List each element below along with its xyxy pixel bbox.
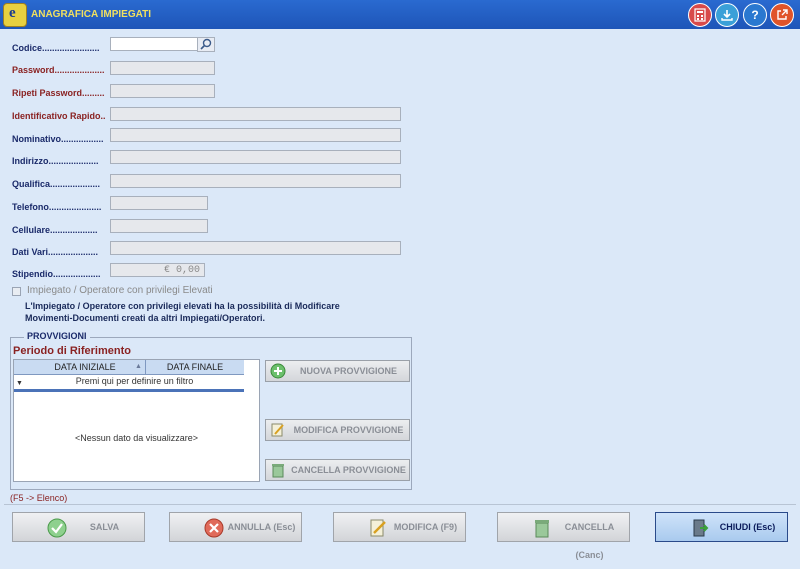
annulla-label: ANNULLA (Esc) [227,522,296,532]
codice-label: Codice....................... [12,43,100,53]
cellulare-input[interactable] [110,219,208,233]
privilegi-checkbox[interactable] [12,287,21,296]
f5-hint: (F5 -> Elenco) [10,493,68,503]
password-label: Password.................... [12,65,105,75]
search-icon [200,38,212,50]
provvigioni-grid[interactable]: DATA INIZIALE ▲ DATA FINALE ▼ Premi qui … [13,359,260,482]
codice-input[interactable] [110,37,198,51]
modifica-button[interactable]: MODIFICA (F9) [333,512,466,542]
dati-vari-label: Dati Vari.................... [12,247,99,257]
stipendio-value: € 0,00 [163,265,200,276]
stipendio-label: Stipendio................... [12,269,101,279]
title-bar: e ANAGRAFICA IMPIEGATI ? [0,0,800,29]
provvigioni-title: PROVVIGIONI [24,331,90,341]
col-data-finale[interactable]: DATA FINALE [145,360,244,374]
empty-grid-text: <Nessun dato da visualizzare> [74,433,199,443]
cellulare-label: Cellulare................... [12,225,98,235]
nominativo-input[interactable] [110,128,401,142]
edit-icon [271,423,284,437]
nuova-provvigione-label: NUOVA PROVVIGIONE [299,366,397,376]
footer-divider [4,504,796,505]
edit-document-icon [370,519,386,537]
calculator-icon[interactable] [688,3,712,27]
indirizzo-input[interactable] [110,150,401,164]
identificativo-label: Identificativo Rapido.. [12,111,106,121]
check-icon [47,518,67,538]
telefono-label: Telefono..................... [12,202,102,212]
filter-row[interactable]: ▼ Premi qui per definire un filtro [14,375,244,392]
sort-asc-icon: ▲ [135,363,142,370]
cancella-provvigione-label: CANCELLA PROVVIGIONE [291,465,406,475]
salva-button[interactable]: SALVA [12,512,145,542]
telefono-input[interactable] [110,196,208,210]
trash-icon [535,520,549,538]
ripeti-password-label: Ripeti Password......... [12,88,105,98]
cancel-icon [204,518,224,538]
annulla-button[interactable]: ANNULLA (Esc) [169,512,302,542]
cancella-label: CANCELLA (Canc) [564,522,615,560]
privilegi-note-line2: Movimenti-Documenti creati da altri Impi… [25,313,266,323]
exit-door-icon [693,519,709,537]
app-logo-icon: e [3,3,27,27]
window-title: ANAGRAFICA IMPIEGATI [31,9,151,20]
qualifica-label: Qualifica.................... [12,179,101,189]
help-icon[interactable]: ? [743,3,767,27]
modifica-provvigione-button[interactable]: MODIFICA PROVVIGIONE [265,419,410,441]
col-data-iniziale[interactable]: DATA INIZIALE [25,360,145,374]
dati-vari-input[interactable] [110,241,401,255]
cancella-button[interactable]: CANCELLA (Canc) [497,512,630,560]
privilegi-note-line1: L'Impiegato / Operatore con privilegi el… [25,301,340,311]
privilegi-checkbox-label: Impiegato / Operatore con privilegi Elev… [27,285,213,296]
indirizzo-label: Indirizzo.................... [12,156,99,166]
periodo-title: Periodo di Riferimento [13,345,131,357]
modifica-label: MODIFICA (F9) [393,522,458,532]
export-icon[interactable] [770,3,794,27]
nuova-provvigione-button[interactable]: NUOVA PROVVIGIONE [265,360,410,382]
privilegi-note: L'Impiegato / Operatore con privilegi el… [25,300,340,324]
download-icon[interactable] [715,3,739,27]
filter-placeholder: Premi qui per definire un filtro [75,376,194,386]
filter-icon: ▼ [16,380,23,387]
stipendio-input[interactable]: € 0,00 [110,263,205,277]
qualifica-input[interactable] [110,174,401,188]
trash-icon [272,464,284,478]
password-input[interactable] [110,61,215,75]
search-button[interactable] [197,37,215,52]
modifica-provvigione-label: MODIFICA PROVVIGIONE [293,425,404,435]
chiudi-button[interactable]: CHIUDI (Esc) [655,512,788,542]
nominativo-label: Nominativo................. [12,134,104,144]
identificativo-input[interactable] [110,107,401,121]
grid-header: DATA INIZIALE ▲ DATA FINALE [14,360,244,375]
salva-label: SALVA [89,522,120,532]
ripeti-password-input[interactable] [110,84,215,98]
chiudi-label: CHIUDI (Esc) [719,522,776,532]
add-icon [270,363,286,379]
cancella-provvigione-button[interactable]: CANCELLA PROVVIGIONE [265,459,410,481]
